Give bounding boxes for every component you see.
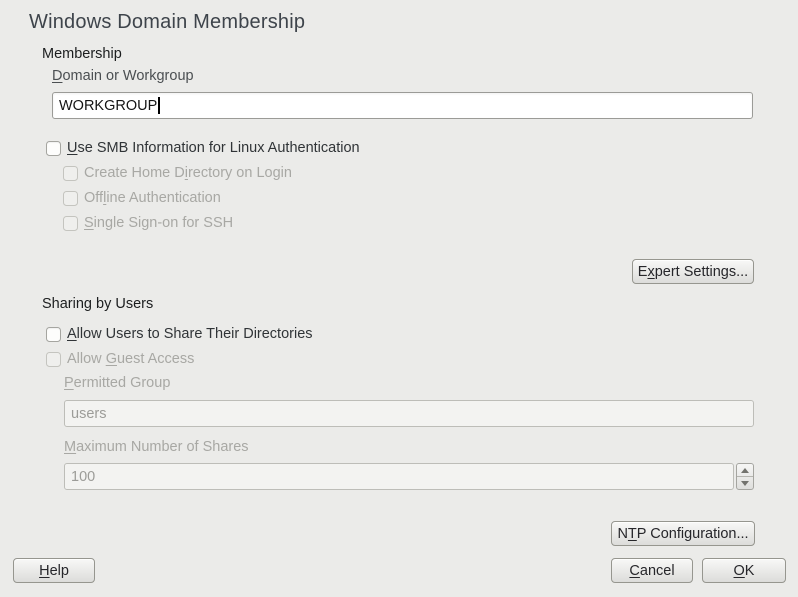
permitted-group-input: users	[64, 400, 754, 427]
checkbox-allow-users-share[interactable]: Allow Users to Share Their Directories	[46, 325, 313, 343]
checkbox-offline-authentication: Offline Authentication	[63, 189, 221, 207]
expert-settings-button[interactable]: Expert Settings...	[632, 259, 754, 284]
max-shares-input: 100	[64, 463, 734, 490]
checkbox-box	[63, 166, 78, 181]
max-shares-spinner	[736, 463, 754, 490]
ok-button[interactable]: OK	[702, 558, 786, 583]
domain-workgroup-input[interactable]: WORKGROUP	[52, 92, 753, 119]
domain-workgroup-value: WORKGROUP	[59, 98, 157, 114]
checkbox-create-home-directory: Create Home Directory on Login	[63, 164, 292, 182]
checkbox-offline-authentication-label: Offline Authentication	[84, 190, 221, 206]
text-caret	[158, 97, 160, 114]
membership-section-label: Membership	[42, 46, 122, 62]
domain-workgroup-label: Domain or Workgroup	[52, 68, 194, 84]
checkbox-box	[46, 141, 61, 156]
permitted-group-label: Permitted Group	[64, 375, 170, 391]
checkbox-allow-guest-access: Allow Guest Access	[46, 350, 194, 368]
cancel-button[interactable]: Cancel	[611, 558, 693, 583]
checkbox-allow-guest-access-label: Allow Guest Access	[67, 351, 194, 367]
checkbox-box	[63, 216, 78, 231]
checkbox-allow-users-share-label: Allow Users to Share Their Directories	[67, 326, 313, 342]
checkbox-box	[46, 352, 61, 367]
checkbox-single-sign-on: Single Sign-on for SSH	[63, 214, 233, 232]
help-button[interactable]: Help	[13, 558, 95, 583]
ntp-configuration-button[interactable]: NTP Configuration...	[611, 521, 755, 546]
page-title: Windows Domain Membership	[29, 11, 305, 34]
spin-down-icon	[741, 481, 749, 486]
spin-up-icon	[741, 468, 749, 473]
checkbox-create-home-directory-label: Create Home Directory on Login	[84, 165, 292, 181]
checkbox-single-sign-on-label: Single Sign-on for SSH	[84, 215, 233, 231]
sharing-section-label: Sharing by Users	[42, 296, 153, 312]
checkbox-use-smb-label: Use SMB Information for Linux Authentica…	[67, 140, 360, 156]
spin-down-button	[737, 477, 753, 489]
max-shares-value: 100	[71, 469, 95, 485]
checkbox-box	[46, 327, 61, 342]
max-shares-label: Maximum Number of Shares	[64, 439, 249, 455]
spin-up-button	[737, 464, 753, 477]
checkbox-use-smb[interactable]: Use SMB Information for Linux Authentica…	[46, 139, 360, 157]
permitted-group-value: users	[71, 406, 106, 422]
checkbox-box	[63, 191, 78, 206]
